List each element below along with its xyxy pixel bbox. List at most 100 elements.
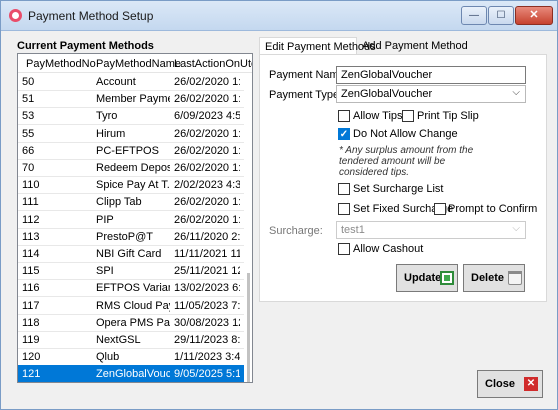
list-scrollbar[interactable] <box>244 73 252 382</box>
prompt-to-confirm-checkbox[interactable] <box>434 203 446 215</box>
cell-paymethodname: ZenGlobalVouc... <box>96 368 170 381</box>
cell-lastactiononutc: 11/11/2021 11... <box>174 248 240 260</box>
title-bar[interactable]: Payment Method Setup — ☐ ✕ <box>1 1 557 31</box>
update-button[interactable]: Update <box>396 264 458 292</box>
cell-paymethodname: PC-EFTPOS <box>96 144 159 157</box>
table-row[interactable]: 116 EFTPOS Varian... 13/02/2023 6:... <box>18 279 244 298</box>
cell-paymethodno: 55 <box>22 127 35 140</box>
cell-lastactiononutc: 25/11/2021 12... <box>174 265 240 278</box>
delete-button[interactable]: Delete <box>463 264 525 292</box>
update-button-label: Update <box>404 272 442 284</box>
cell-paymethodname: NextGSL <box>96 334 141 346</box>
allow-cashout-label[interactable]: Allow Cashout <box>353 243 423 255</box>
cell-lastactiononutc: 1/11/2023 3:4... <box>174 351 240 364</box>
window-close-button[interactable]: ✕ <box>515 6 553 25</box>
payment-methods-list[interactable]: PayMethodNo PayMethodName LastActionOnUt… <box>17 53 253 383</box>
table-row[interactable]: 119 NextGSL 29/11/2023 8:... <box>18 331 244 349</box>
allow-cashout-checkbox[interactable] <box>338 243 350 255</box>
cell-lastactiononutc: 13/02/2023 6:... <box>174 282 240 295</box>
cell-paymethodno: 116 <box>22 282 40 295</box>
set-surcharge-list-checkbox[interactable] <box>338 183 350 195</box>
table-row[interactable]: 117 RMS Cloud Pay... 11/05/2023 7:... <box>18 297 244 315</box>
column-header-lastactiononutc[interactable]: LastActionOnUtc <box>174 58 252 70</box>
cell-paymethodno: 115 <box>22 265 40 278</box>
table-row[interactable]: 55 Hirum 26/02/2020 1:... <box>18 125 244 143</box>
cell-paymethodname: Hirum <box>96 127 126 140</box>
cell-paymethodname: Clipp Tab <box>96 196 142 209</box>
cell-paymethodno: 113 <box>22 230 40 243</box>
table-row[interactable]: 118 Opera PMS Pa... 30/08/2023 12... <box>18 314 244 332</box>
payment-method-setup-window: Payment Method Setup — ☐ ✕ Current Payme… <box>0 0 558 410</box>
cell-paymethodname: Tyro <box>96 110 118 123</box>
table-row[interactable]: 66 PC-EFTPOS 26/02/2020 1:... <box>18 142 244 160</box>
prompt-to-confirm-label[interactable]: Prompt to Confirm <box>448 203 537 215</box>
table-row[interactable]: 50 Account 26/02/2020 1:... <box>18 73 244 91</box>
cell-paymethodno: 112 <box>22 213 40 226</box>
tips-note: * Any surplus amount from the tendered a… <box>339 145 474 178</box>
table-row[interactable]: 112 PIP 26/02/2020 1:... <box>18 211 244 229</box>
save-icon <box>440 271 454 285</box>
minimize-button[interactable]: — <box>461 6 487 25</box>
cell-paymethodname: Member Payment <box>96 93 170 106</box>
table-row[interactable]: 121 ZenGlobalVouc... 9/05/2025 5:1... <box>18 365 244 382</box>
table-row[interactable]: 113 PrestoP@T 26/11/2020 2:... <box>18 228 244 246</box>
list-header: PayMethodNo PayMethodName LastActionOnUt… <box>18 54 252 73</box>
cell-lastactiononutc: 11/05/2023 7:... <box>174 299 240 312</box>
tab-edit-payment-methods[interactable]: Edit Payment Methods <box>259 37 376 54</box>
table-row[interactable]: 111 Clipp Tab 26/02/2020 1:... <box>18 193 244 212</box>
column-header-paymethodno[interactable]: PayMethodNo <box>26 58 96 70</box>
cell-paymethodno: 111 <box>22 196 39 209</box>
column-header-paymethodname[interactable]: PayMethodName <box>96 58 181 70</box>
do-not-allow-change-label[interactable]: Do Not Allow Change <box>353 128 458 140</box>
payment-name-input[interactable]: ZenGlobalVoucher <box>336 66 526 84</box>
surcharge-value: test1 <box>341 224 365 236</box>
cell-lastactiononutc: 26/02/2020 1:... <box>174 144 240 157</box>
cell-paymethodname: RMS Cloud Pay... <box>96 299 170 312</box>
do-not-allow-change-checkbox[interactable]: ✓ <box>338 128 350 140</box>
cell-paymethodno: 117 <box>22 299 40 312</box>
surcharge-select: test1 ⌵ <box>336 221 526 239</box>
table-row[interactable]: 53 Tyro 6/09/2023 4:5... <box>18 107 244 126</box>
scrollbar-thumb[interactable] <box>247 273 250 382</box>
cell-lastactiononutc: 2/02/2023 4:3... <box>174 179 240 192</box>
app-icon <box>9 9 22 22</box>
chevron-down-icon: ⌵ <box>512 223 520 234</box>
table-row[interactable]: 114 NBI Gift Card 11/11/2021 11... <box>18 245 244 263</box>
trash-icon <box>508 271 522 285</box>
cell-paymethodname: EFTPOS Varian... <box>96 282 170 295</box>
payment-type-select[interactable]: ZenGlobalVoucher ⌵ <box>336 85 526 103</box>
cell-paymethodno: 119 <box>22 334 40 346</box>
print-tip-slip-label[interactable]: Print Tip Slip <box>417 110 479 122</box>
cell-lastactiononutc: 26/02/2020 1:... <box>174 76 240 88</box>
print-tip-slip-checkbox[interactable] <box>402 110 414 122</box>
cell-paymethodno: 50 <box>22 76 35 88</box>
table-row[interactable]: 70 Redeem Deposit 26/02/2020 1:... <box>18 159 244 177</box>
cell-paymethodname: Account <box>96 76 136 88</box>
table-row[interactable]: 115 SPI 25/11/2021 12... <box>18 262 244 281</box>
payment-type-label: Payment Type: <box>269 89 343 101</box>
allow-tips-checkbox[interactable] <box>338 110 350 122</box>
set-fixed-surcharge-checkbox[interactable] <box>338 203 350 215</box>
cell-paymethodno: 66 <box>22 144 35 157</box>
payment-type-value: ZenGlobalVoucher <box>341 88 433 100</box>
cell-paymethodname: SPI <box>96 265 114 278</box>
cell-paymethodname: Opera PMS Pa... <box>96 316 170 329</box>
close-button[interactable]: Close ✕ <box>477 370 543 398</box>
current-payment-methods-title: Current Payment Methods <box>17 40 154 52</box>
cell-lastactiononutc: 6/09/2023 4:5... <box>174 110 240 123</box>
tab-add-payment-method[interactable]: Add Payment Method <box>357 37 468 54</box>
cell-lastactiononutc: 26/02/2020 1:... <box>174 162 240 174</box>
cell-paymethodname: NBI Gift Card <box>96 248 162 260</box>
close-button-label: Close <box>485 378 515 390</box>
table-row[interactable]: 120 Qlub 1/11/2023 3:4... <box>18 348 244 367</box>
delete-button-label: Delete <box>471 272 505 284</box>
table-row[interactable]: 110 Spice Pay At T... 2/02/2023 4:3... <box>18 176 244 195</box>
surcharge-label: Surcharge: <box>269 225 323 237</box>
maximize-button[interactable]: ☐ <box>488 6 514 25</box>
table-row[interactable]: 51 Member Payment 26/02/2020 1:... <box>18 90 244 109</box>
allow-tips-label[interactable]: Allow Tips <box>353 110 403 122</box>
cell-lastactiononutc: 26/02/2020 1:... <box>174 127 240 140</box>
cell-paymethodname: Qlub <box>96 351 120 364</box>
cell-lastactiononutc: 29/11/2023 8:... <box>174 334 240 346</box>
set-surcharge-list-label[interactable]: Set Surcharge List <box>353 183 444 195</box>
